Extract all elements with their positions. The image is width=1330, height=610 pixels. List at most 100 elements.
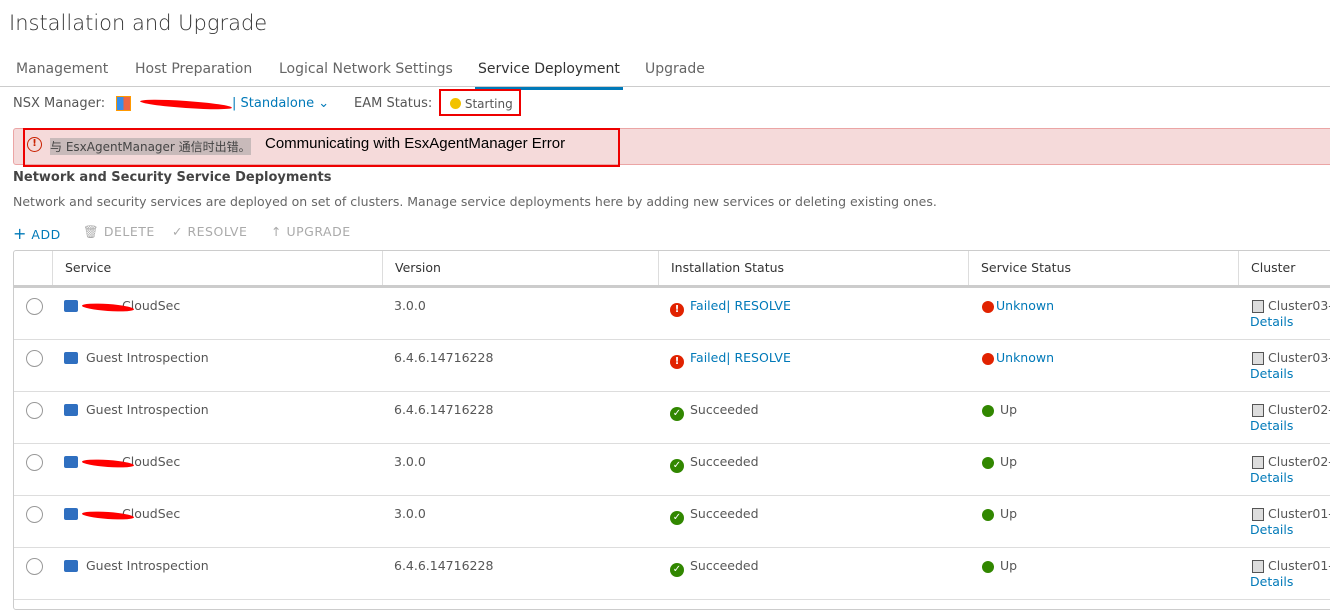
version: 6.4.6.14716228 — [394, 350, 494, 365]
cluster-name: Cluster02- — [1268, 454, 1330, 469]
resolve-link[interactable]: | RESOLVE — [726, 350, 791, 365]
success-icon: ✓ — [670, 403, 684, 421]
installation-status: Succeeded — [690, 454, 759, 469]
manager-mode: Standalone — [240, 96, 315, 111]
table-row: CloudSec 3.0.0 ✓ Succeeded Up Cluster02-… — [14, 444, 1330, 496]
details-link[interactable]: Details — [1250, 522, 1293, 537]
service-status[interactable]: Unknown — [996, 298, 1054, 313]
version: 3.0.0 — [394, 506, 426, 521]
row-select-radio[interactable] — [26, 298, 43, 315]
arrow-up-icon: ↑ — [271, 224, 282, 239]
service-icon — [64, 300, 78, 312]
details-link[interactable]: Details — [1250, 574, 1293, 589]
details-link[interactable]: Details — [1250, 418, 1293, 433]
row-select-radio[interactable] — [26, 506, 43, 523]
service-icon — [64, 508, 78, 520]
section-heading: Network and Security Service Deployments — [13, 170, 332, 185]
cluster-icon — [1252, 560, 1264, 573]
row-select-radio[interactable] — [26, 558, 43, 575]
status-dot-icon — [982, 352, 994, 367]
details-link[interactable]: Details — [1250, 470, 1293, 485]
cluster-icon — [1252, 456, 1264, 469]
status-dot-icon — [982, 508, 994, 523]
service-icon — [64, 404, 78, 416]
status-dot-icon — [982, 456, 994, 471]
plus-icon: + — [13, 224, 27, 243]
version: 6.4.6.14716228 — [394, 558, 494, 573]
table-row: CloudSec 3.0.0 ✓ Succeeded Up Cluster01-… — [14, 496, 1330, 548]
installation-status: Succeeded — [690, 402, 759, 417]
resolve-label: RESOLVE — [187, 224, 248, 239]
resolve-link[interactable]: | RESOLVE — [726, 298, 791, 313]
service-status: Up — [1000, 454, 1018, 469]
version: 3.0.0 — [394, 298, 426, 313]
resolve-button[interactable]: ✓ RESOLVE — [172, 224, 247, 239]
table-header: Service Version Installation Status Serv… — [14, 251, 1330, 288]
service-status: Up — [1000, 506, 1018, 521]
row-select-radio[interactable] — [26, 350, 43, 367]
status-dot-icon — [982, 300, 994, 315]
version: 6.4.6.14716228 — [394, 402, 494, 417]
cluster-icon — [1252, 300, 1264, 313]
install-status-text: Succeeded — [690, 454, 759, 469]
col-service-status[interactable]: Service Status — [968, 251, 1071, 285]
col-cluster[interactable]: Cluster — [1238, 251, 1295, 285]
nsx-manager-icon — [116, 96, 131, 111]
installation-status[interactable]: Failed| RESOLVE — [690, 350, 791, 365]
trash-icon: 🗑 — [83, 224, 100, 239]
table-row: Guest Introspection 6.4.6.14716228 ! Fai… — [14, 340, 1330, 392]
details-link[interactable]: Details — [1250, 314, 1293, 329]
service-name: Guest Introspection — [86, 350, 209, 365]
eam-status-label: EAM Status: — [354, 96, 433, 111]
success-icon: ✓ — [670, 559, 684, 577]
success-icon: ✓ — [670, 507, 684, 525]
service-icon — [64, 352, 78, 364]
error-icon: ! — [27, 137, 42, 152]
tab-service-deployment[interactable]: Service Deployment — [475, 61, 623, 90]
tab-upgrade[interactable]: Upgrade — [645, 61, 705, 86]
cluster-name: Cluster01- — [1268, 558, 1330, 573]
install-status-text: Succeeded — [690, 558, 759, 573]
upgrade-button[interactable]: ↑ UPGRADE — [271, 224, 351, 239]
row-select-radio[interactable] — [26, 402, 43, 419]
add-button[interactable]: + ADD — [13, 224, 61, 243]
row-select-radio[interactable] — [26, 454, 43, 471]
cluster-name: Cluster02- — [1268, 402, 1330, 417]
table-row: CloudSec 3.0.0 ! Failed| RESOLVE Unknown… — [14, 288, 1330, 340]
install-status-text: Succeeded — [690, 402, 759, 417]
section-description: Network and security services are deploy… — [13, 194, 937, 209]
banner-text-cn: 与 EsxAgentManager 通信时出错。 — [50, 138, 251, 155]
details-link[interactable]: Details — [1250, 366, 1293, 381]
cluster-icon — [1252, 404, 1264, 417]
manager-mode-dropdown[interactable]: | Standalone ⌄ — [232, 96, 329, 111]
service-name: Guest Introspection — [86, 558, 209, 573]
col-installation-status[interactable]: Installation Status — [658, 251, 784, 285]
service-icon — [64, 456, 78, 468]
service-status: Up — [1000, 402, 1018, 417]
table-row: Guest Introspection 6.4.6.14716228 ✓ Suc… — [14, 392, 1330, 444]
upgrade-label: UPGRADE — [286, 224, 351, 239]
install-status-text: Failed — [690, 350, 727, 365]
col-service[interactable]: Service — [52, 251, 111, 285]
tab-logical-network-settings[interactable]: Logical Network Settings — [279, 61, 453, 86]
install-status-text: Succeeded — [690, 506, 759, 521]
cluster-icon — [1252, 352, 1264, 365]
status-dot-icon — [982, 404, 994, 419]
tab-host-preparation[interactable]: Host Preparation — [135, 61, 252, 86]
deployments-table: Service Version Installation Status Serv… — [13, 250, 1330, 610]
status-dot-icon — [982, 560, 994, 575]
install-status-text: Failed — [690, 298, 727, 313]
cluster-name: Cluster03- — [1268, 298, 1330, 313]
col-version[interactable]: Version — [382, 251, 441, 285]
version: 3.0.0 — [394, 454, 426, 469]
redaction-mark — [139, 97, 233, 112]
delete-label: DELETE — [103, 224, 155, 239]
installation-status[interactable]: Failed| RESOLVE — [690, 298, 791, 313]
service-status: Up — [1000, 558, 1018, 573]
tab-bar: Management Host Preparation Logical Netw… — [0, 56, 1330, 90]
check-icon: ✓ — [172, 224, 183, 239]
cluster-name: Cluster03- — [1268, 350, 1330, 365]
service-status[interactable]: Unknown — [996, 350, 1054, 365]
tab-management[interactable]: Management — [16, 61, 108, 86]
delete-button[interactable]: 🗑 DELETE — [83, 224, 155, 240]
